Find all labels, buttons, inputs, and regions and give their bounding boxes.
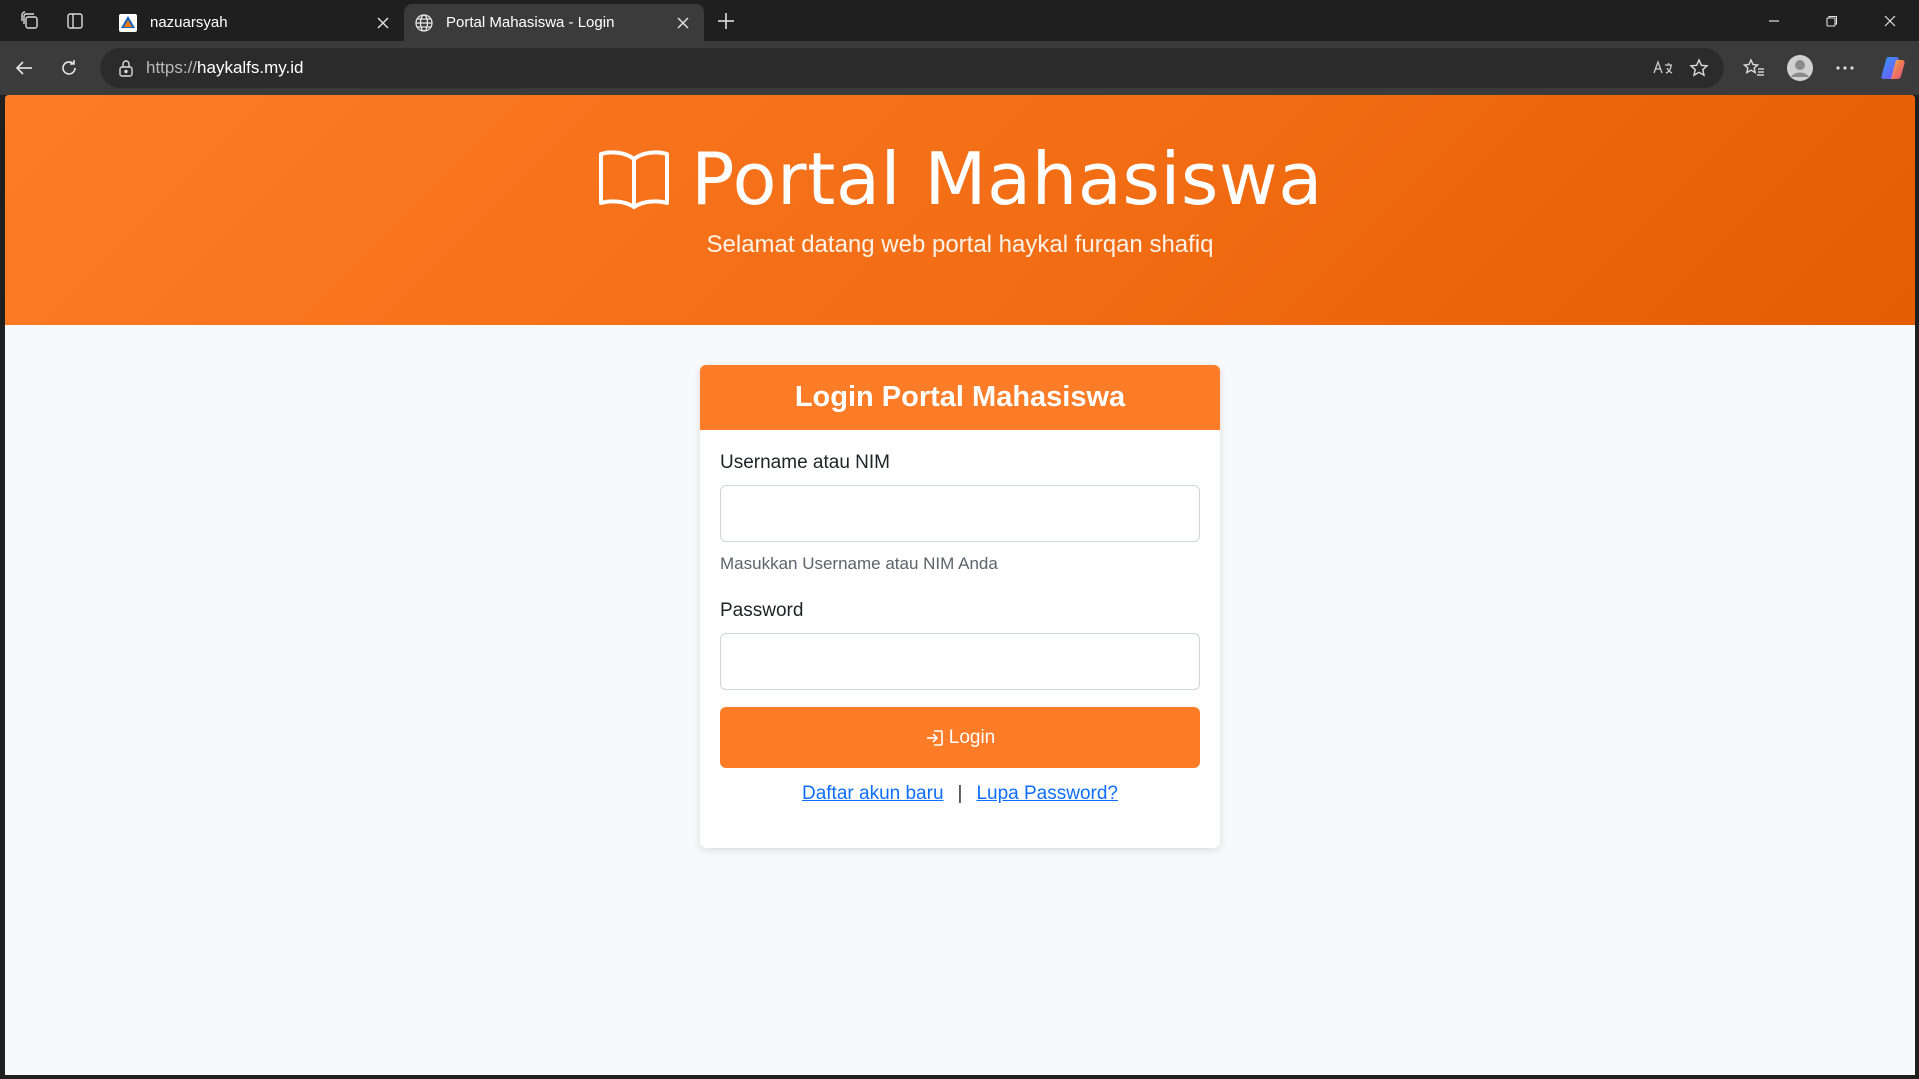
login-button[interactable]: Login (720, 707, 1200, 768)
close-icon[interactable] (372, 12, 394, 34)
username-input[interactable] (720, 485, 1200, 542)
hero-subtitle: Selamat datang web portal haykal furqan … (706, 231, 1214, 258)
login-card-header: Login Portal Mahasiswa (700, 365, 1220, 430)
site-favicon-icon (118, 13, 138, 33)
login-button-label: Login (948, 726, 996, 748)
page-viewport: Portal Mahasiswa Selamat datang web port… (5, 95, 1915, 1075)
hero-banner: Portal Mahasiswa Selamat datang web port… (5, 95, 1915, 325)
translate-icon[interactable] (1646, 51, 1680, 85)
back-button[interactable] (6, 51, 42, 85)
tab-portal-mahasiswa[interactable]: Portal Mahasiswa - Login (404, 4, 704, 41)
minimize-button[interactable] (1745, 0, 1803, 41)
favorites-icon[interactable] (1736, 51, 1772, 85)
password-label: Password (720, 600, 804, 621)
tab-nazuarsyah[interactable]: nazuarsyah (108, 4, 404, 41)
copilot-icon[interactable] (1875, 51, 1911, 85)
password-input[interactable] (720, 633, 1200, 690)
close-icon[interactable] (672, 12, 694, 34)
forgot-password-link[interactable]: Lupa Password? (976, 783, 1118, 804)
username-label: Username atau NIM (720, 452, 891, 473)
page-title: Portal Mahasiswa (691, 137, 1323, 221)
book-icon (597, 147, 671, 211)
login-card: Login Portal Mahasiswa Username atau NIM… (700, 365, 1220, 848)
refresh-button[interactable] (51, 51, 87, 85)
workspaces-icon[interactable] (13, 6, 47, 36)
profile-avatar[interactable] (1782, 51, 1818, 85)
favorite-star-icon[interactable] (1682, 51, 1716, 85)
url-text[interactable]: https://haykalfs.my.id (146, 58, 303, 78)
tab-title: Portal Mahasiswa - Login (446, 14, 615, 31)
address-bar[interactable]: https://haykalfs.my.id (100, 48, 1724, 88)
vertical-tabs-icon[interactable] (58, 6, 92, 36)
more-options-icon[interactable] (1827, 51, 1863, 85)
browser-tab-strip: nazuarsyah Portal Mahasiswa - Login (0, 0, 1919, 41)
hero-title: Portal Mahasiswa (5, 137, 1915, 221)
close-window-button[interactable] (1861, 0, 1919, 41)
restore-button[interactable] (1803, 0, 1861, 41)
globe-icon (414, 13, 434, 33)
login-arrow-icon (925, 728, 945, 748)
link-separator: | (957, 783, 963, 804)
browser-toolbar: https://haykalfs.my.id (0, 41, 1919, 95)
new-tab-button[interactable] (710, 5, 742, 37)
tab-title: nazuarsyah (150, 14, 228, 31)
username-help-text: Masukkan Username atau NIM Anda (720, 554, 998, 573)
site-info-lock-icon[interactable] (116, 58, 136, 78)
register-link[interactable]: Daftar akun baru (802, 783, 944, 804)
auth-links: Daftar akun baru | Lupa Password? (700, 783, 1220, 805)
